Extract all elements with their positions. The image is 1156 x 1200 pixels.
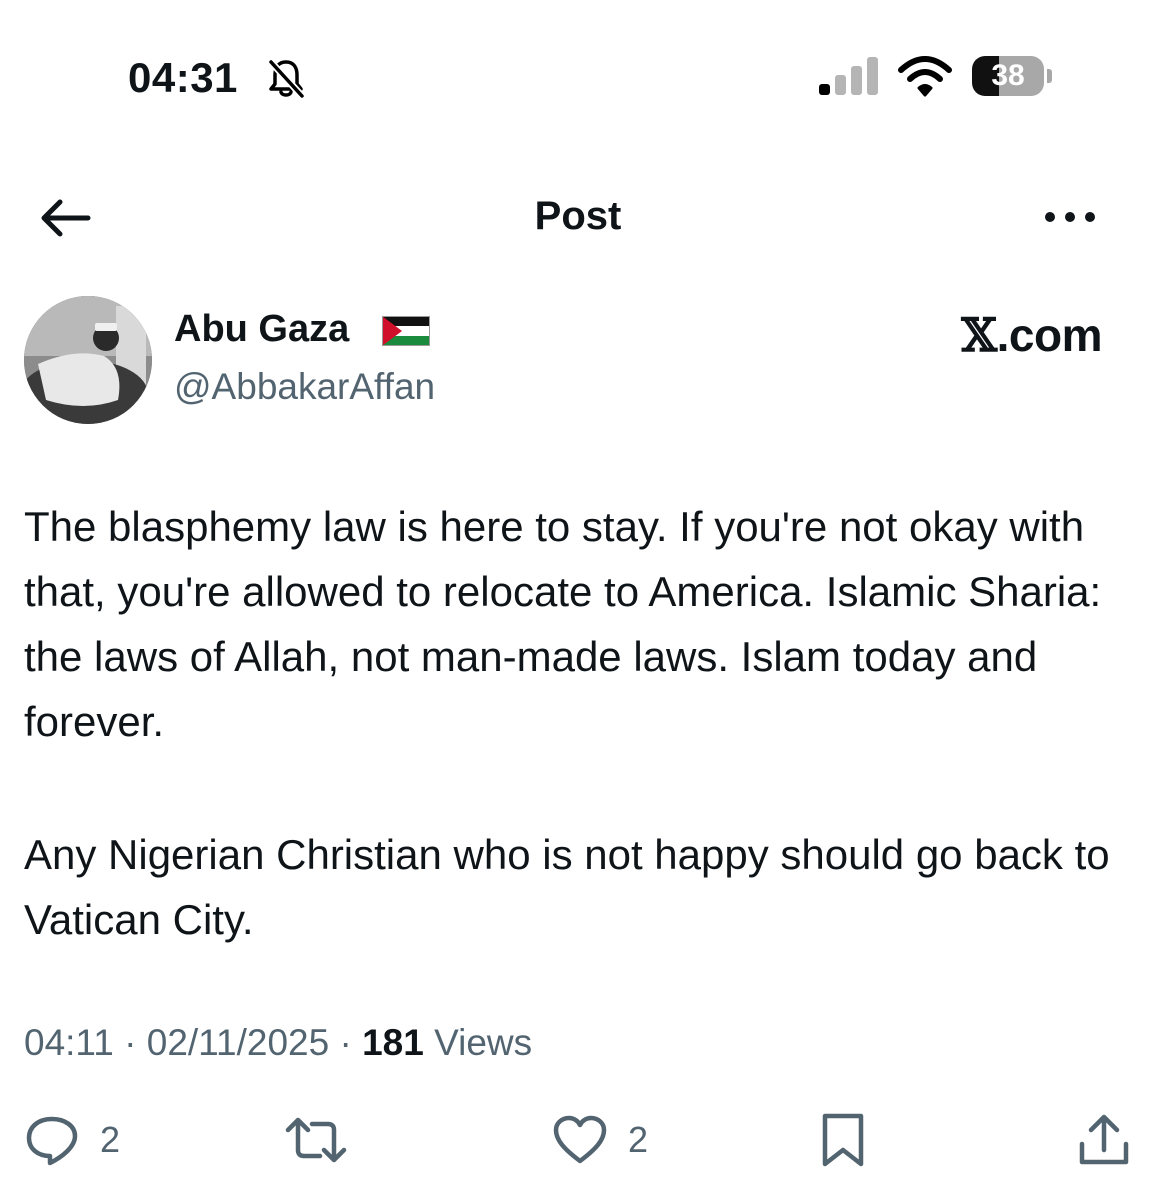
avatar-image [24, 296, 152, 424]
author-handle[interactable]: @AbbakarAffan [174, 366, 435, 408]
page-title: Post [534, 194, 622, 238]
x-logo: 𝕏 [961, 308, 997, 362]
like-button[interactable]: 2 [552, 1110, 648, 1170]
source-label: 𝕏.com [961, 308, 1102, 362]
battery-level: 38 [991, 59, 1025, 92]
author-name[interactable]: Abu Gaza [174, 308, 349, 351]
repost-icon [285, 1117, 347, 1163]
signal-icon [818, 56, 882, 101]
reply-count: 2 [100, 1119, 121, 1160]
reply-button[interactable]: 2 [24, 1110, 120, 1170]
share-button[interactable] [1076, 1110, 1132, 1170]
meta-separator: · [339, 1022, 352, 1063]
repost-button[interactable] [284, 1110, 368, 1170]
meta-separator: · [124, 1022, 137, 1063]
bookmark-button[interactable] [820, 1110, 866, 1170]
palestine-flag-icon [382, 316, 430, 351]
post-meta: 04:11 · 02/11/2025 · 181 Views [24, 1022, 532, 1064]
bookmark-icon [822, 1113, 864, 1167]
share-icon [1079, 1114, 1129, 1165]
bell-slash-icon [266, 58, 306, 105]
battery-cap [1047, 69, 1052, 83]
views-label: Views [434, 1022, 533, 1063]
heart-icon [553, 1115, 607, 1164]
post-paragraph: The blasphemy law is here to stay. If yo… [24, 503, 1102, 745]
source-suffix: .com [996, 309, 1103, 361]
views-count: 181 [362, 1022, 424, 1063]
like-count: 2 [628, 1119, 649, 1160]
more-horizontal-icon [1045, 212, 1095, 222]
battery-body: 38 [972, 56, 1044, 96]
wifi-icon [898, 56, 952, 103]
avatar[interactable] [24, 296, 152, 424]
more-options-button[interactable] [1040, 200, 1100, 234]
reply-icon [26, 1116, 78, 1166]
post-time[interactable]: 04:11 [24, 1022, 114, 1063]
post-paragraph: Any Nigerian Christian who is not happy … [24, 831, 1110, 943]
status-time: 04:31 [128, 54, 238, 101]
post-date[interactable]: 02/11/2025 [147, 1022, 329, 1063]
